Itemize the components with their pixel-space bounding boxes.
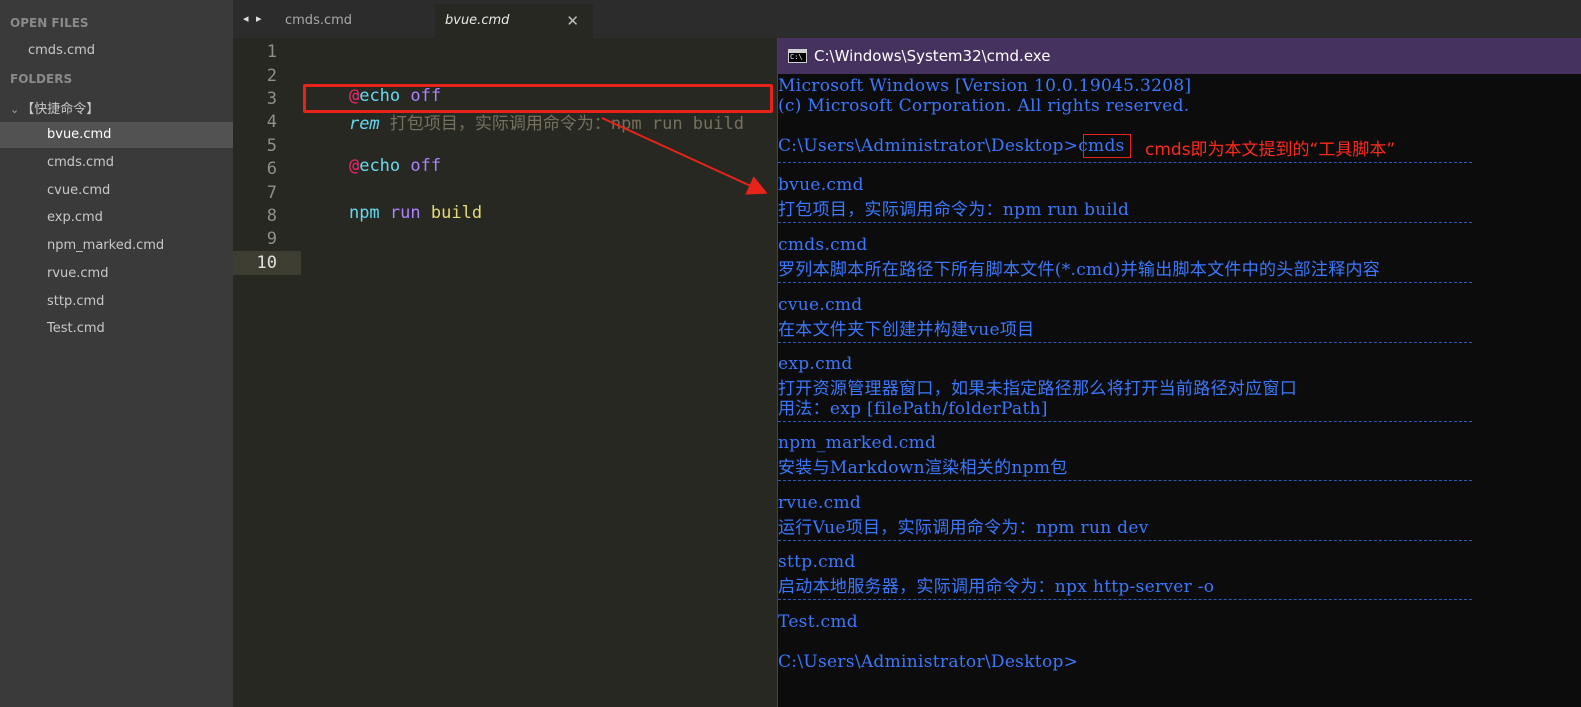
arrow-line (601, 117, 768, 195)
annotation-arrow (601, 117, 768, 195)
